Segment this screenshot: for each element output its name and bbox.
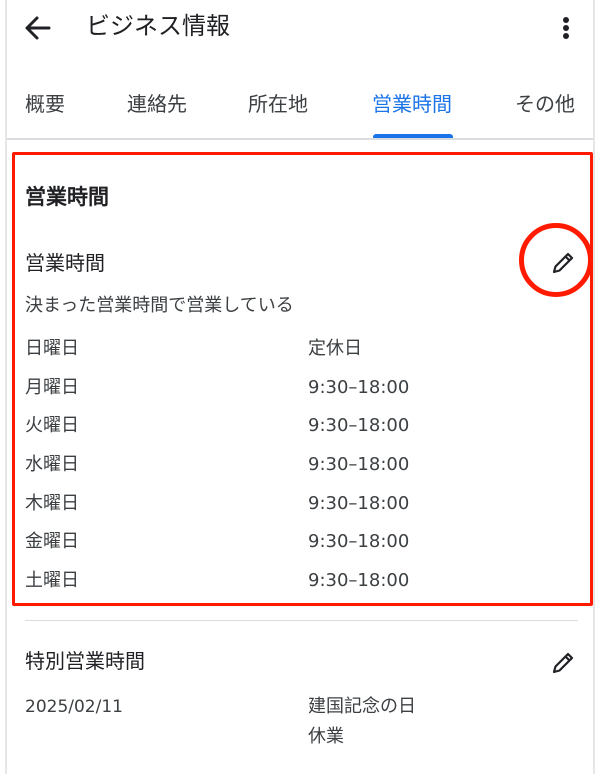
hours-row-monday: 月曜日 9:30–18:00 [25,371,585,410]
app-header: ビジネス情報 概要 連絡先 所在地 営業時間 その他 [0,0,600,140]
day-label: 月曜日 [25,376,79,398]
hours-mode-text: 決まった営業時間で営業している [25,295,294,316]
hours-row-wednesday: 水曜日 9:30–18:00 [25,448,585,487]
tab-location[interactable]: 所在地 [248,86,308,122]
day-label: 水曜日 [25,454,79,476]
pencil-icon [552,652,574,674]
time-value: 9:30–18:00 [308,492,410,514]
day-label: 日曜日 [25,338,79,359]
special-hours-title: 特別営業時間 [25,649,145,673]
day-label: 火曜日 [25,415,79,437]
more-options-button[interactable] [552,8,580,48]
special-hours-section: 特別営業時間 2025/02/11 建国記念の日 休業 [0,622,600,774]
day-label: 土曜日 [25,570,79,592]
tab-overview[interactable]: 概要 [25,86,65,122]
day-label: 金曜日 [25,531,79,553]
arrow-back-icon [25,16,51,40]
hours-row-tuesday: 火曜日 9:30–18:00 [25,409,585,448]
hours-section-title: 営業時間 [25,185,109,209]
edit-special-hours-button[interactable] [548,648,578,678]
edit-hours-button[interactable] [548,248,578,278]
time-value: 9:30–18:00 [308,531,410,553]
time-value: 9:30–18:00 [308,454,410,476]
special-hours-name: 建国記念の日 [308,696,416,717]
more-vert-icon [563,17,569,39]
hours-row-friday: 金曜日 9:30–18:00 [25,525,585,564]
time-value: 9:30–18:00 [308,415,410,437]
tab-more[interactable]: その他 [515,86,575,122]
section-divider [25,620,578,621]
hours-row-thursday: 木曜日 9:30–18:00 [25,487,585,526]
tab-contact[interactable]: 連絡先 [127,86,187,122]
time-value: 9:30–18:00 [308,570,410,592]
time-value: 9:30–18:00 [308,376,410,398]
hours-section: 営業時間 営業時間 決まった営業時間で営業している 日曜日 定休日 月曜日 9:… [0,140,600,620]
special-hours-status: 休業 [308,726,344,747]
back-button[interactable] [18,8,58,48]
tab-hours[interactable]: 営業時間 [372,86,452,122]
hours-row-sunday: 日曜日 定休日 [25,332,585,371]
hours-table: 日曜日 定休日 月曜日 9:30–18:00 火曜日 9:30–18:00 水曜… [25,332,585,603]
special-hours-date: 2025/02/11 [25,697,123,717]
hours-row-saturday: 土曜日 9:30–18:00 [25,564,585,603]
day-label: 木曜日 [25,492,79,514]
time-value: 定休日 [308,338,362,359]
page-title: ビジネス情報 [86,12,230,40]
hours-subsection-title: 営業時間 [25,251,105,275]
pencil-icon [552,252,574,274]
